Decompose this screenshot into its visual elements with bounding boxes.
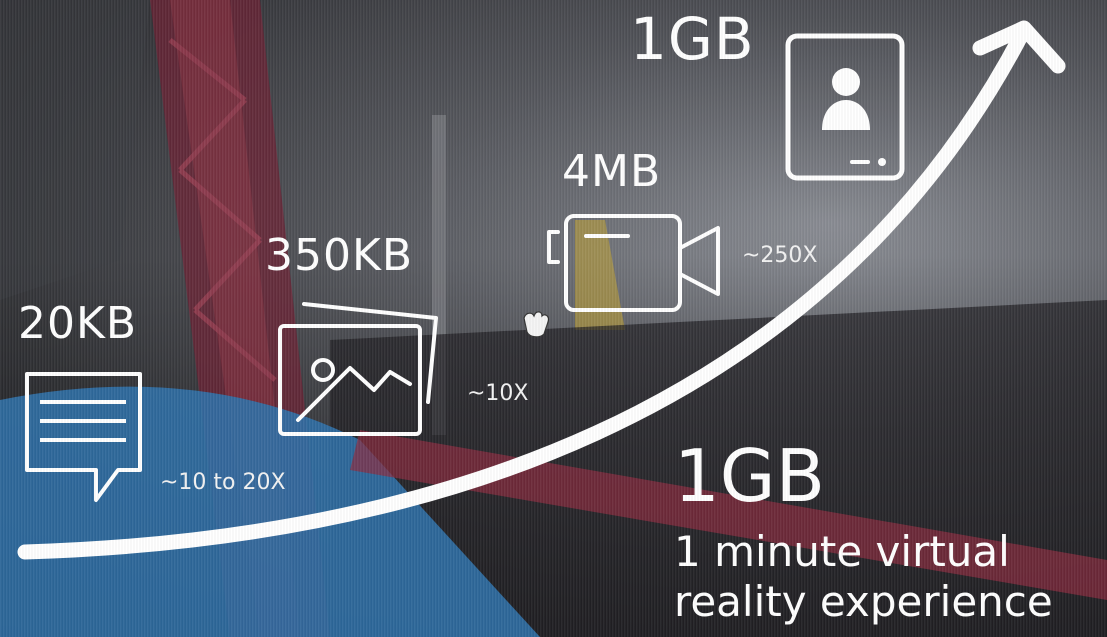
highlight-value: 1GB	[674, 434, 825, 518]
highlight-desc-line2: reality experience	[674, 577, 1053, 626]
size-label-1gb: 1GB	[630, 5, 755, 73]
highlight-desc-line1: 1 minute virtual	[674, 527, 1010, 576]
hand-cursor-icon	[523, 311, 550, 338]
multiplier-label-3: ~250X	[742, 243, 818, 268]
multiplier-label-2: ~10X	[467, 381, 529, 406]
tablet-user-icon	[785, 33, 905, 181]
video-camera-icon	[547, 214, 720, 312]
size-label-20kb: 20KB	[18, 298, 138, 349]
multiplier-label-1: ~10 to 20X	[160, 470, 286, 495]
size-label-4mb: 4MB	[562, 146, 662, 197]
size-label-350kb: 350KB	[265, 230, 414, 281]
